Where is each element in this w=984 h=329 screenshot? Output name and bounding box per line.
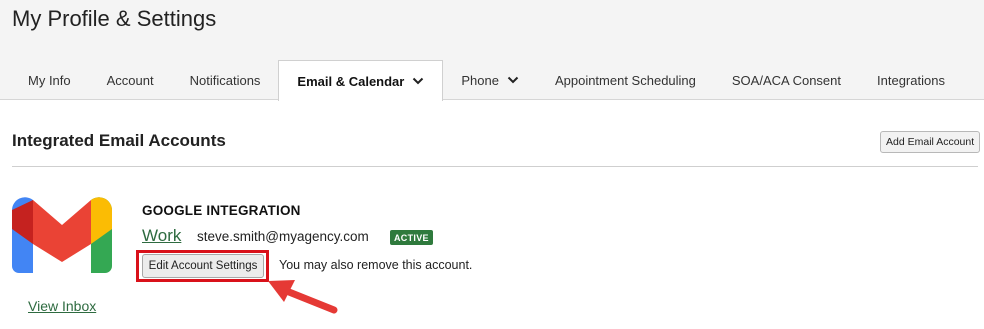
tab-soa-aca-consent[interactable]: SOA/ACA Consent [714, 60, 859, 100]
integration-title: GOOGLE INTEGRATION [142, 203, 301, 218]
account-label-link[interactable]: Work [142, 226, 181, 246]
view-inbox-link[interactable]: View Inbox [28, 298, 96, 314]
chevron-down-icon [507, 76, 519, 84]
gmail-logo-icon [12, 197, 112, 273]
annotation-arrow-icon [268, 280, 338, 314]
page-title: My Profile & Settings [12, 6, 217, 31]
tab-label: Account [106, 72, 154, 88]
remove-account-text: You may also remove this account. [279, 258, 473, 272]
chevron-down-icon [413, 77, 424, 85]
settings-tabs: My Info Account Notifications Email & Ca… [10, 60, 963, 101]
tab-my-info[interactable]: My Info [10, 60, 89, 100]
section-title: Integrated Email Accounts [12, 131, 226, 150]
tab-integrations[interactable]: Integrations [859, 60, 963, 100]
tab-label: Phone [461, 72, 499, 88]
settings-header: My Profile & Settings My Info Account No… [0, 0, 984, 101]
tab-label: Email & Calendar [297, 73, 405, 89]
tab-phone[interactable]: Phone [443, 60, 537, 100]
tab-appointment-scheduling[interactable]: Appointment Scheduling [537, 60, 714, 100]
tab-label: My Info [28, 72, 71, 88]
tab-label: SOA/ACA Consent [731, 72, 842, 88]
status-badge: ACTIVE [390, 230, 433, 245]
tab-label: Notifications [189, 72, 261, 88]
tab-notifications[interactable]: Notifications [172, 60, 279, 100]
account-email: steve.smith@myagency.com [197, 229, 369, 244]
add-email-account-button[interactable]: Add Email Account [880, 131, 981, 153]
tab-email-calendar[interactable]: Email & Calendar [278, 60, 444, 101]
tab-label: Integrations [877, 72, 945, 88]
tab-account[interactable]: Account [89, 60, 172, 100]
edit-account-settings-button[interactable]: Edit Account Settings [142, 254, 264, 278]
tab-label: Appointment Scheduling [554, 72, 696, 88]
section-divider [12, 166, 978, 167]
